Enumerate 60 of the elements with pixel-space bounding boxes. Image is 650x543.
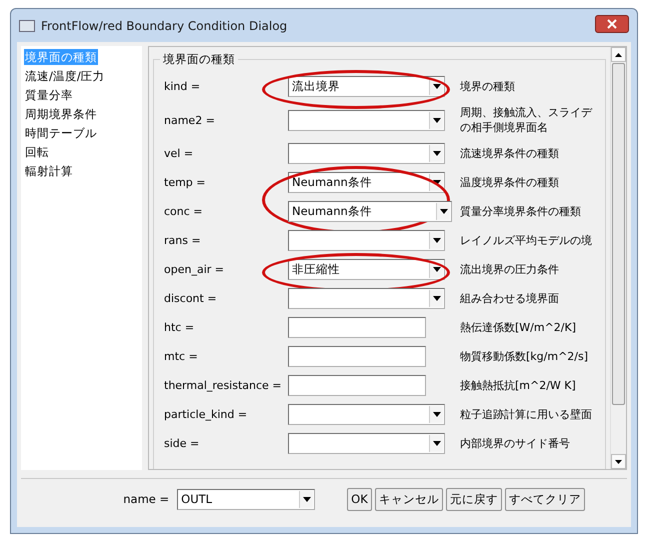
dropdown-field[interactable] [288,110,445,130]
dropdown-field[interactable]: Neumann条件 [288,201,452,222]
field-label: particle_kind = [163,408,248,421]
field-description: 流速境界条件の種類 [459,146,560,161]
field-label: discont = [163,292,218,305]
sidebar-item[interactable]: 時間テーブル [24,125,98,141]
field-description: 組み合わせる境界面 [459,291,560,306]
dropdown-field[interactable]: 流出境界 [288,76,445,97]
dropdown-field[interactable]: OUTL [177,488,316,510]
sidebar-item[interactable]: 周期境界条件 [24,106,98,122]
field-label: temp = [163,176,206,189]
close-button[interactable] [595,14,629,32]
group-title: 境界面の種類 [160,52,238,67]
dialog-button[interactable]: 元に戻す [446,488,502,510]
dropdown-field[interactable] [288,288,445,309]
dropdown-field[interactable] [288,433,445,454]
scrollbar[interactable] [610,47,626,469]
field-description: 内部境界のサイド番号 [459,436,571,451]
sidebar-item[interactable]: 輻射計算 [24,163,74,179]
field-label: side = [163,437,200,450]
scroll-thumb[interactable] [612,63,625,405]
field-label: conc = [163,205,204,218]
name-label: name = [123,492,170,506]
dropdown-field[interactable] [288,230,445,251]
dialog-button[interactable]: キャンセル [374,488,443,510]
field-description: レイノルズ平均モデルの境 [459,233,593,248]
dropdown-field[interactable]: Neumann条件 [288,172,445,193]
sidebar-item[interactable]: 回転 [24,144,50,160]
field-label: htc = [163,321,196,334]
field-description: 熱伝達係数[W/m^2/K] [459,320,578,335]
close-icon [607,18,617,28]
field-label: open_air = [163,263,225,276]
field-description: 流出境界の圧力条件 [459,262,560,277]
input-field[interactable] [288,317,426,338]
field-label: thermal_resistance = [163,379,283,392]
scroll-down-icon[interactable] [611,454,626,469]
dropdown-field[interactable]: 非圧縮性 [288,259,445,280]
field-label: mtc = [163,350,199,363]
dialog-button[interactable]: OK [347,488,372,510]
dropdown-field[interactable] [288,404,445,425]
field-label: rans = [163,234,202,247]
field-description: 物質移動係数[kg/m^2/s] [459,349,590,364]
dialog-button[interactable]: すべてクリア [504,488,585,510]
field-label: name2 = [163,114,216,126]
dropdown-field[interactable] [288,143,445,164]
field-description: 接触熱抵抗[m^2/W K] [459,378,577,393]
field-description: 周期、接触流入、スライデの相手側境界面名 [459,105,594,135]
sidebar-item[interactable]: 質量分率 [24,87,74,103]
sidebar-item[interactable]: 流速/温度/圧力 [24,68,106,84]
input-field[interactable] [288,346,426,367]
field-label: vel = [163,147,194,160]
field-description: 質量分率境界条件の種類 [459,204,582,219]
field-label: kind = [163,80,202,93]
field-description: 温度境界条件の種類 [459,175,560,190]
field-description: 境界の種類 [459,79,516,94]
window-title: FrontFlow/red Boundary Condition Dialog [41,18,288,32]
field-description: 粒子追跡計算に用いる壁面 [459,407,593,422]
scroll-up-icon[interactable] [611,47,626,62]
window-icon [19,20,35,32]
input-field[interactable] [288,375,426,396]
